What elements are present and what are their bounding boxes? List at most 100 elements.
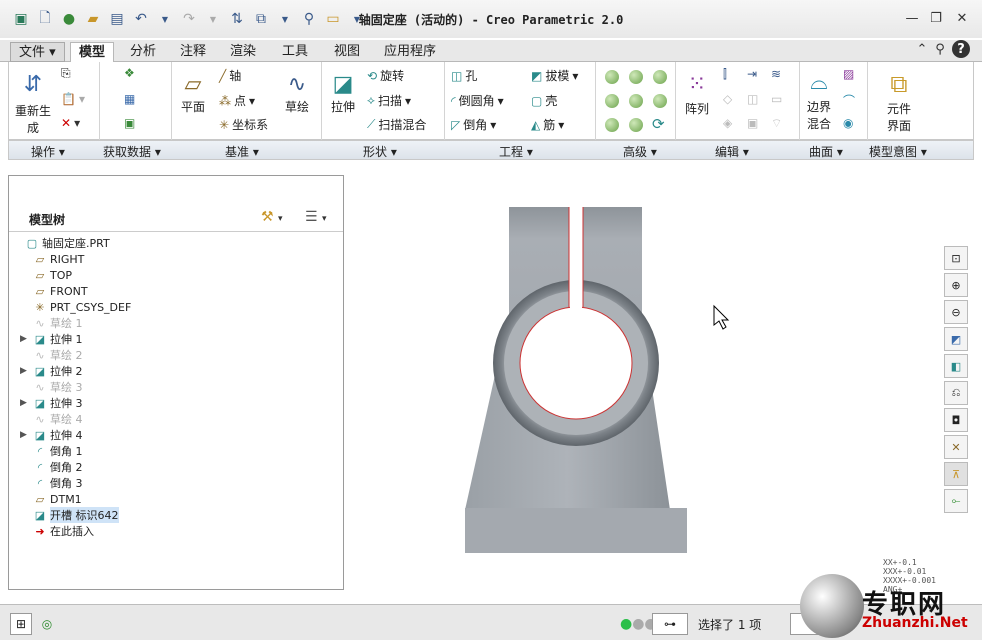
zoom-out-icon[interactable]: ⊖	[944, 300, 968, 324]
advanced-tool-icon[interactable]	[605, 118, 619, 132]
tab-applications[interactable]: 应用程序	[376, 42, 444, 62]
tree-item[interactable]: ▶ ◪ 拉伸 4	[12, 427, 83, 443]
tree-item[interactable]: ∿ 草绘 3	[12, 379, 82, 395]
group-datum[interactable]: 基准 ▾	[225, 143, 259, 160]
sketch-button[interactable]: ∿ 草绘	[281, 70, 313, 115]
refit-icon[interactable]: ⊡	[944, 246, 968, 270]
revolve-button[interactable]: ⟲ 旋转	[367, 67, 404, 84]
advanced-tool-icon[interactable]	[629, 70, 643, 84]
tree-columns-icon[interactable]: ☰ ▾	[305, 209, 327, 225]
axis-button[interactable]: ╱ 轴	[219, 67, 241, 84]
tree-item[interactable]: ✳ PRT_CSYS_DEF	[12, 299, 131, 315]
swept-blend-button[interactable]: ⟋ 扫描混合	[367, 116, 426, 133]
pattern-button[interactable]: ⁙ 阵列	[681, 68, 713, 117]
repaint-icon[interactable]: ◩	[944, 327, 968, 351]
advanced-tool-icon[interactable]	[653, 94, 667, 108]
thicken-icon[interactable]: ▣	[747, 116, 758, 130]
expand-arrow-icon[interactable]: ▶	[20, 334, 32, 344]
tab-view[interactable]: 视图	[326, 42, 368, 62]
tree-item[interactable]: ∿ 草绘 1	[12, 315, 82, 331]
tab-file[interactable]: 文件 ▾	[10, 42, 65, 62]
intersect-icon[interactable]: ▭	[771, 92, 782, 106]
user-defined-feature-button[interactable]: ❖	[124, 66, 135, 80]
rib-button[interactable]: ◭ 筋 ▾	[531, 116, 564, 133]
group-operations[interactable]: 操作 ▾	[31, 143, 65, 160]
chamfer-button[interactable]: ◸ 倒角 ▾	[451, 116, 496, 133]
group-editing[interactable]: 编辑 ▾	[715, 143, 749, 160]
zoom-in-icon[interactable]: ⊕	[944, 273, 968, 297]
group-get-data[interactable]: 获取数据 ▾	[103, 143, 161, 160]
toroidal-bend-icon[interactable]: ⟳	[652, 115, 665, 133]
tree-item[interactable]: ▱ RIGHT	[12, 251, 85, 267]
regenerate-button[interactable]: ⇵ 重新生 成	[15, 66, 51, 136]
display-style-icon[interactable]: ◧	[944, 354, 968, 378]
project-icon[interactable]: ◈	[723, 116, 732, 130]
graphics-area[interactable]: XX+-0.1 XXX+-0.01 XXXX+-0.001 ANG+	[345, 175, 940, 594]
mirror-icon[interactable]: ⫿	[723, 67, 727, 82]
offset-icon[interactable]: ◫	[747, 92, 758, 106]
tree-item[interactable]: ◜ 倒角 1	[12, 443, 83, 459]
shrinkwrap-button[interactable]: ▣	[124, 116, 135, 130]
tree-settings-icon[interactable]: ⚒ ▾	[261, 209, 283, 225]
style-icon[interactable]: ⌒	[843, 92, 855, 109]
tree-item[interactable]: ▱ DTM1	[12, 491, 82, 507]
tree-item[interactable]: ◜ 倒角 3	[12, 475, 83, 491]
tree-item[interactable]: ▶ ◪ 拉伸 1	[12, 331, 83, 347]
tree-item[interactable]: ◪ 开槽 标识642	[12, 507, 119, 523]
expand-arrow-icon[interactable]: ▶	[20, 398, 32, 408]
sweep-button[interactable]: ⟡ 扫描 ▾	[367, 92, 411, 109]
extend-icon[interactable]: ⇥	[747, 67, 757, 81]
find-icon[interactable]: ⊶	[652, 613, 688, 635]
tab-render[interactable]: 渲染	[222, 42, 264, 62]
group-shapes[interactable]: 形状 ▾	[363, 143, 397, 160]
advanced-tool-icon[interactable]	[605, 94, 619, 108]
round-button[interactable]: ◜ 倒圆角 ▾	[451, 92, 504, 109]
trim-icon[interactable]: ◇	[723, 92, 732, 106]
tab-annotate[interactable]: 注释	[172, 42, 214, 62]
advanced-tool-icon[interactable]	[629, 118, 643, 132]
tree-item[interactable]: ▢ 轴固定座.PRT	[12, 235, 110, 251]
minimize-icon[interactable]: —	[900, 9, 924, 27]
group-surfaces[interactable]: 曲面 ▾	[809, 143, 843, 160]
tree-item[interactable]: ▶ ◪ 拉伸 3	[12, 395, 83, 411]
advanced-tool-icon[interactable]	[653, 70, 667, 84]
show-navigator-icon[interactable]: ⊞	[10, 613, 32, 635]
help-icon[interactable]: ?	[952, 40, 970, 58]
delete-button[interactable]: ✕ ▾	[61, 116, 80, 130]
boundary-blend-button[interactable]: ⌓ 边界 混合	[803, 66, 835, 132]
copy-button[interactable]: ⎘	[61, 66, 71, 81]
advanced-tool-icon[interactable]	[629, 94, 643, 108]
tab-analysis[interactable]: 分析	[122, 42, 164, 62]
expand-arrow-icon[interactable]: ▶	[20, 366, 32, 376]
tree-item[interactable]: ▱ FRONT	[12, 283, 88, 299]
plane-button[interactable]: ▱ 平面	[177, 70, 209, 115]
tree-item[interactable]: ◜ 倒角 2	[12, 459, 83, 475]
group-advanced[interactable]: 高级 ▾	[623, 143, 657, 160]
tab-tools[interactable]: 工具	[274, 42, 316, 62]
saved-views-icon[interactable]: ⎌	[944, 381, 968, 405]
merge-icon[interactable]: ≋	[771, 67, 781, 81]
part-model[interactable]	[345, 175, 940, 590]
tree-item[interactable]: ▱ TOP	[12, 267, 72, 283]
group-engineering[interactable]: 工程 ▾	[499, 143, 533, 160]
browser-icon[interactable]: ◎	[36, 613, 58, 635]
component-interface-button[interactable]: ⧉ 元件 界面	[883, 68, 915, 134]
paste-button[interactable]: 📋 ▾	[61, 92, 85, 106]
group-model-intent[interactable]: 模型意图 ▾	[869, 143, 927, 160]
expand-arrow-icon[interactable]: ▶	[20, 430, 32, 440]
point-button[interactable]: ⁂ 点 ▾	[219, 92, 255, 109]
tab-model[interactable]: 模型	[70, 42, 115, 62]
draft-button[interactable]: ◩ 拔模 ▾	[531, 67, 578, 84]
tree-item[interactable]: ∿ 草绘 2	[12, 347, 82, 363]
spin-center-icon[interactable]: ⟜	[944, 489, 968, 513]
fill-icon[interactable]: ▨	[843, 67, 854, 81]
maximize-icon[interactable]: ❐	[924, 9, 948, 27]
tree-item[interactable]: ➜ 在此插入	[12, 523, 94, 539]
csys-button[interactable]: ✳ 坐标系	[219, 116, 268, 133]
datum-display-icon[interactable]: ✕	[944, 435, 968, 459]
extrude-button[interactable]: ◪ 拉伸	[327, 70, 359, 115]
view-manager-icon[interactable]: ◘	[944, 408, 968, 432]
tree-item[interactable]: ▶ ◪ 拉伸 2	[12, 363, 83, 379]
search-help-icon[interactable]: ⚲	[928, 40, 952, 58]
shell-button[interactable]: ▢ 壳	[531, 92, 557, 109]
